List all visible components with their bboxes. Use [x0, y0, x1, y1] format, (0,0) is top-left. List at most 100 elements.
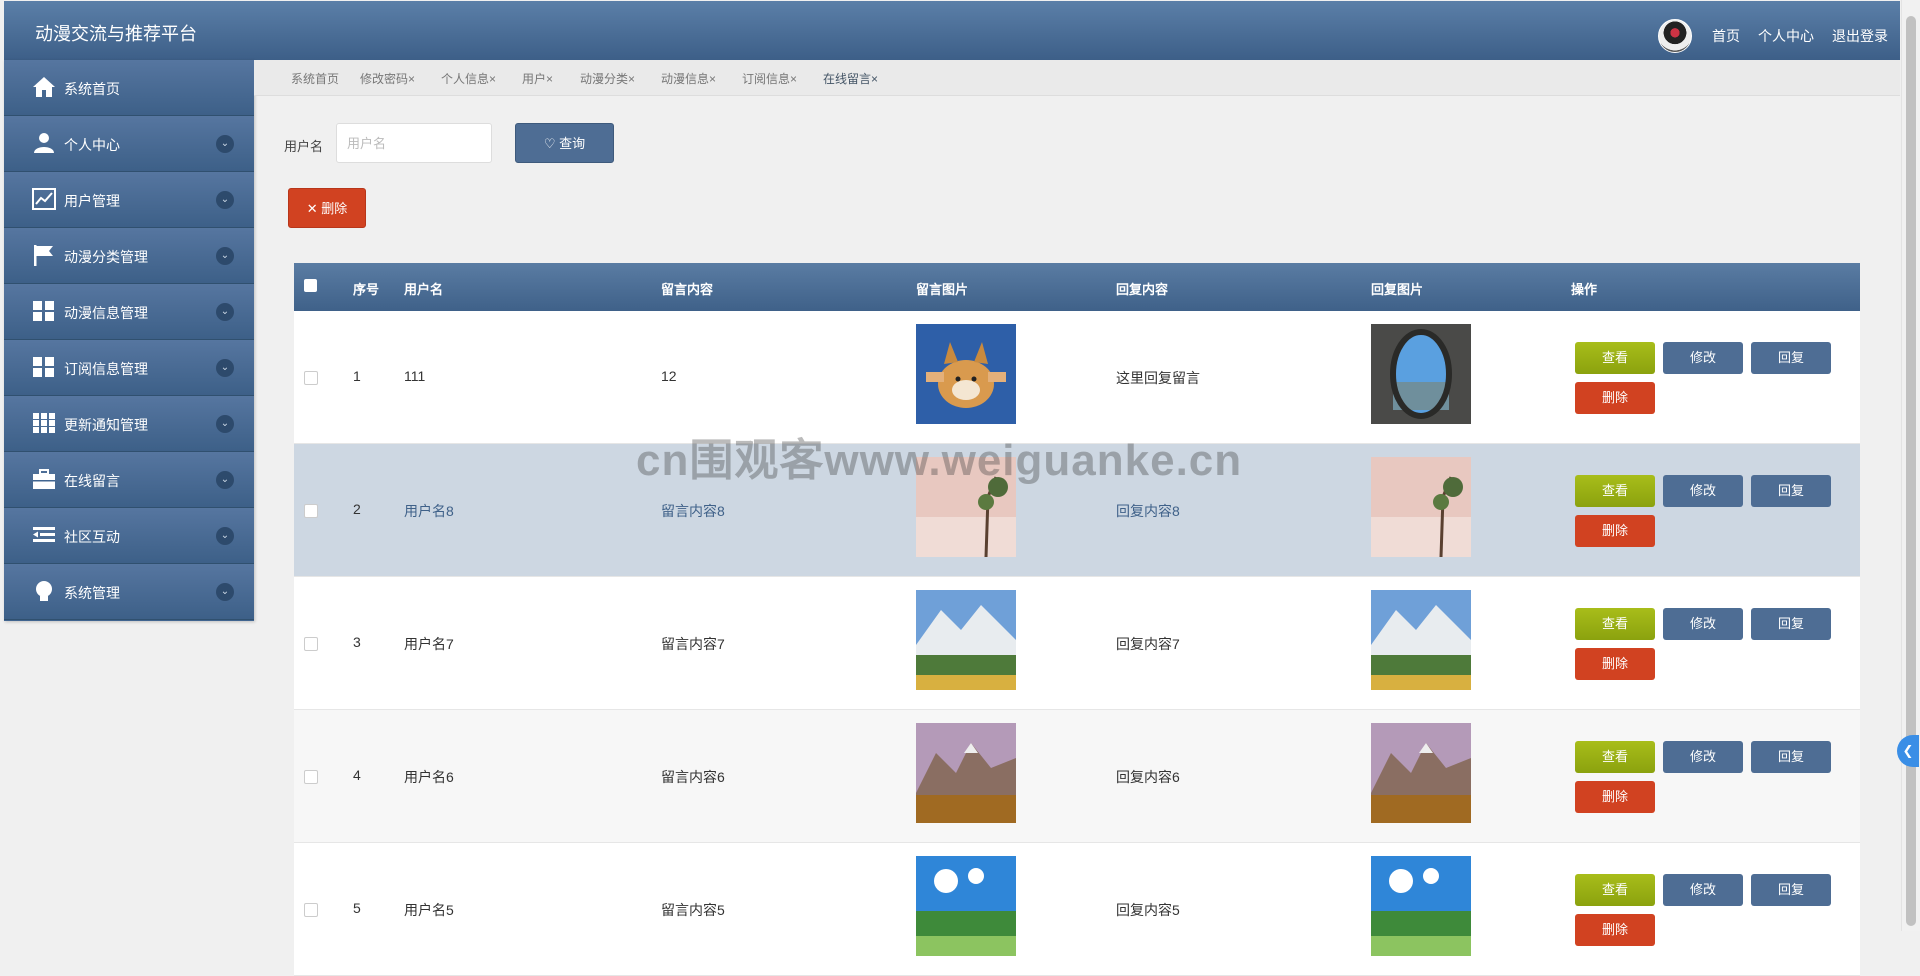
row-checkbox[interactable]: [304, 770, 318, 784]
row-reply: 回复内容6: [1116, 769, 1180, 785]
row-content: 留言内容8: [661, 503, 725, 519]
edit-button[interactable]: 修改: [1663, 608, 1743, 640]
row-reply: 这里回复留言: [1116, 370, 1200, 386]
row-reply: 回复内容7: [1116, 636, 1180, 652]
view-button[interactable]: 查看: [1575, 608, 1655, 640]
nav-profile-link[interactable]: 个人中心: [1758, 26, 1814, 46]
reply-button[interactable]: 回复: [1751, 342, 1831, 374]
sidebar-item-system-management[interactable]: 系统管理 ⌄: [4, 564, 254, 620]
sidebar-item-home[interactable]: 系统首页: [4, 60, 254, 116]
nav-home-link[interactable]: 首页: [1712, 26, 1740, 46]
view-button[interactable]: 查看: [1575, 475, 1655, 507]
header-nav: 首页 个人中心 退出登录: [1658, 19, 1888, 53]
view-button[interactable]: 查看: [1575, 874, 1655, 906]
reply-button[interactable]: 回复: [1751, 475, 1831, 507]
top-header: 动漫交流与推荐平台 首页 个人中心 退出登录: [4, 1, 1900, 60]
row-username: 用户名7: [404, 636, 454, 652]
sidebar-item-label: 用户管理: [64, 193, 120, 209]
watermark: cn围观客www.weiguanke.cn: [636, 436, 1243, 485]
chevron-down-icon[interactable]: ⌄: [216, 247, 234, 265]
row-checkbox[interactable]: [304, 371, 318, 385]
batch-delete-button[interactable]: ✕ 删除: [288, 188, 366, 228]
edit-button[interactable]: 修改: [1663, 475, 1743, 507]
sidebar-item-personal-center[interactable]: 个人中心 ⌄: [4, 116, 254, 172]
delete-button-label: 删除: [321, 201, 348, 216]
nav-logout-link[interactable]: 退出登录: [1832, 26, 1888, 46]
row-index: 5: [353, 900, 361, 916]
tab-personal-info[interactable]: 个人信息×: [441, 70, 496, 87]
view-button[interactable]: 查看: [1575, 741, 1655, 773]
row-reply: 回复内容5: [1116, 902, 1180, 918]
edit-button[interactable]: 修改: [1663, 874, 1743, 906]
chevron-down-icon[interactable]: ⌄: [216, 527, 234, 545]
delete-button[interactable]: 删除: [1575, 648, 1655, 680]
reply-button[interactable]: 回复: [1751, 608, 1831, 640]
page-scrollbar[interactable]: [1901, 0, 1920, 931]
table-row[interactable]: 5 用户名5 留言内容5 回复内容5 查看 修改 回复 删除: [294, 843, 1860, 976]
view-button[interactable]: 查看: [1575, 342, 1655, 374]
chevron-down-icon[interactable]: ⌄: [216, 359, 234, 377]
sidebar-item-label: 系统管理: [64, 585, 120, 601]
row-content: 留言内容6: [661, 769, 725, 785]
app-title: 动漫交流与推荐平台: [35, 24, 197, 44]
query-button[interactable]: ♡ 查询: [515, 123, 614, 163]
sidebar-item-online-message[interactable]: 在线留言 ⌄: [4, 452, 254, 508]
tab-online-message[interactable]: 在线留言×: [823, 70, 878, 87]
sidebar-item-label: 订阅信息管理: [64, 361, 148, 377]
user-avatar[interactable]: [1658, 19, 1692, 53]
row-content: 留言内容5: [661, 902, 725, 918]
tab-subscription-info[interactable]: 订阅信息×: [742, 70, 797, 87]
column-header: 操作: [1571, 282, 1598, 297]
tab-anime-category[interactable]: 动漫分类×: [580, 70, 635, 87]
sidebar-item-user-management[interactable]: 用户管理 ⌄: [4, 172, 254, 228]
row-index: 4: [353, 767, 361, 783]
chevron-down-icon[interactable]: ⌄: [216, 471, 234, 489]
tab-user[interactable]: 用户×: [522, 70, 553, 87]
table-row[interactable]: 3 用户名7 留言内容7 回复内容7 查看 修改 回复 删除: [294, 577, 1860, 710]
row-checkbox[interactable]: [304, 504, 318, 518]
select-all-checkbox[interactable]: [304, 279, 317, 292]
username-search-input[interactable]: [336, 123, 492, 163]
column-header: 留言图片: [916, 282, 969, 297]
row-username: 111: [404, 368, 426, 384]
reply-button[interactable]: 回复: [1751, 874, 1831, 906]
reply-image: [1371, 590, 1471, 690]
message-image: [916, 324, 1016, 424]
delete-button[interactable]: 删除: [1575, 781, 1655, 813]
message-image: [916, 723, 1016, 823]
sidebar-item-community[interactable]: 社区互动 ⌄: [4, 508, 254, 564]
edit-button[interactable]: 修改: [1663, 741, 1743, 773]
message-image: [916, 856, 1016, 956]
grid-icon: [33, 301, 54, 321]
sidebar-item-category-management[interactable]: 动漫分类管理 ⌄: [4, 228, 254, 284]
column-header: 用户名: [404, 282, 444, 297]
sidebar-item-label: 更新通知管理: [64, 417, 148, 433]
sidebar-item-anime-management[interactable]: 动漫信息管理 ⌄: [4, 284, 254, 340]
row-username: 用户名8: [404, 503, 454, 519]
row-checkbox[interactable]: [304, 637, 318, 651]
delete-button[interactable]: 删除: [1575, 515, 1655, 547]
reply-button[interactable]: 回复: [1751, 741, 1831, 773]
row-checkbox[interactable]: [304, 903, 318, 917]
row-index: 3: [353, 634, 361, 650]
row-content: 留言内容7: [661, 636, 725, 652]
table-row[interactable]: 4 用户名6 留言内容6 回复内容6 查看 修改 回复 删除: [294, 710, 1860, 843]
chevron-down-icon[interactable]: ⌄: [216, 191, 234, 209]
tab-change-password[interactable]: 修改密码×: [360, 70, 415, 87]
sidebar-item-subscription-management[interactable]: 订阅信息管理 ⌄: [4, 340, 254, 396]
scrollbar-thumb[interactable]: [1906, 16, 1916, 926]
delete-button[interactable]: 删除: [1575, 914, 1655, 946]
chevron-down-icon[interactable]: ⌄: [216, 415, 234, 433]
column-header: 回复内容: [1116, 282, 1169, 297]
grid-icon: [33, 357, 54, 377]
tab-system-home[interactable]: 系统首页: [291, 70, 339, 87]
chevron-down-icon[interactable]: ⌄: [216, 303, 234, 321]
chevron-down-icon[interactable]: ⌄: [216, 583, 234, 601]
delete-button[interactable]: 删除: [1575, 382, 1655, 414]
edit-button[interactable]: 修改: [1663, 342, 1743, 374]
reply-image: [1371, 856, 1471, 956]
row-index: 1: [353, 368, 361, 384]
sidebar-item-update-notice[interactable]: 更新通知管理 ⌄: [4, 396, 254, 452]
tab-anime-info[interactable]: 动漫信息×: [661, 70, 716, 87]
chevron-down-icon[interactable]: ⌄: [216, 135, 234, 153]
